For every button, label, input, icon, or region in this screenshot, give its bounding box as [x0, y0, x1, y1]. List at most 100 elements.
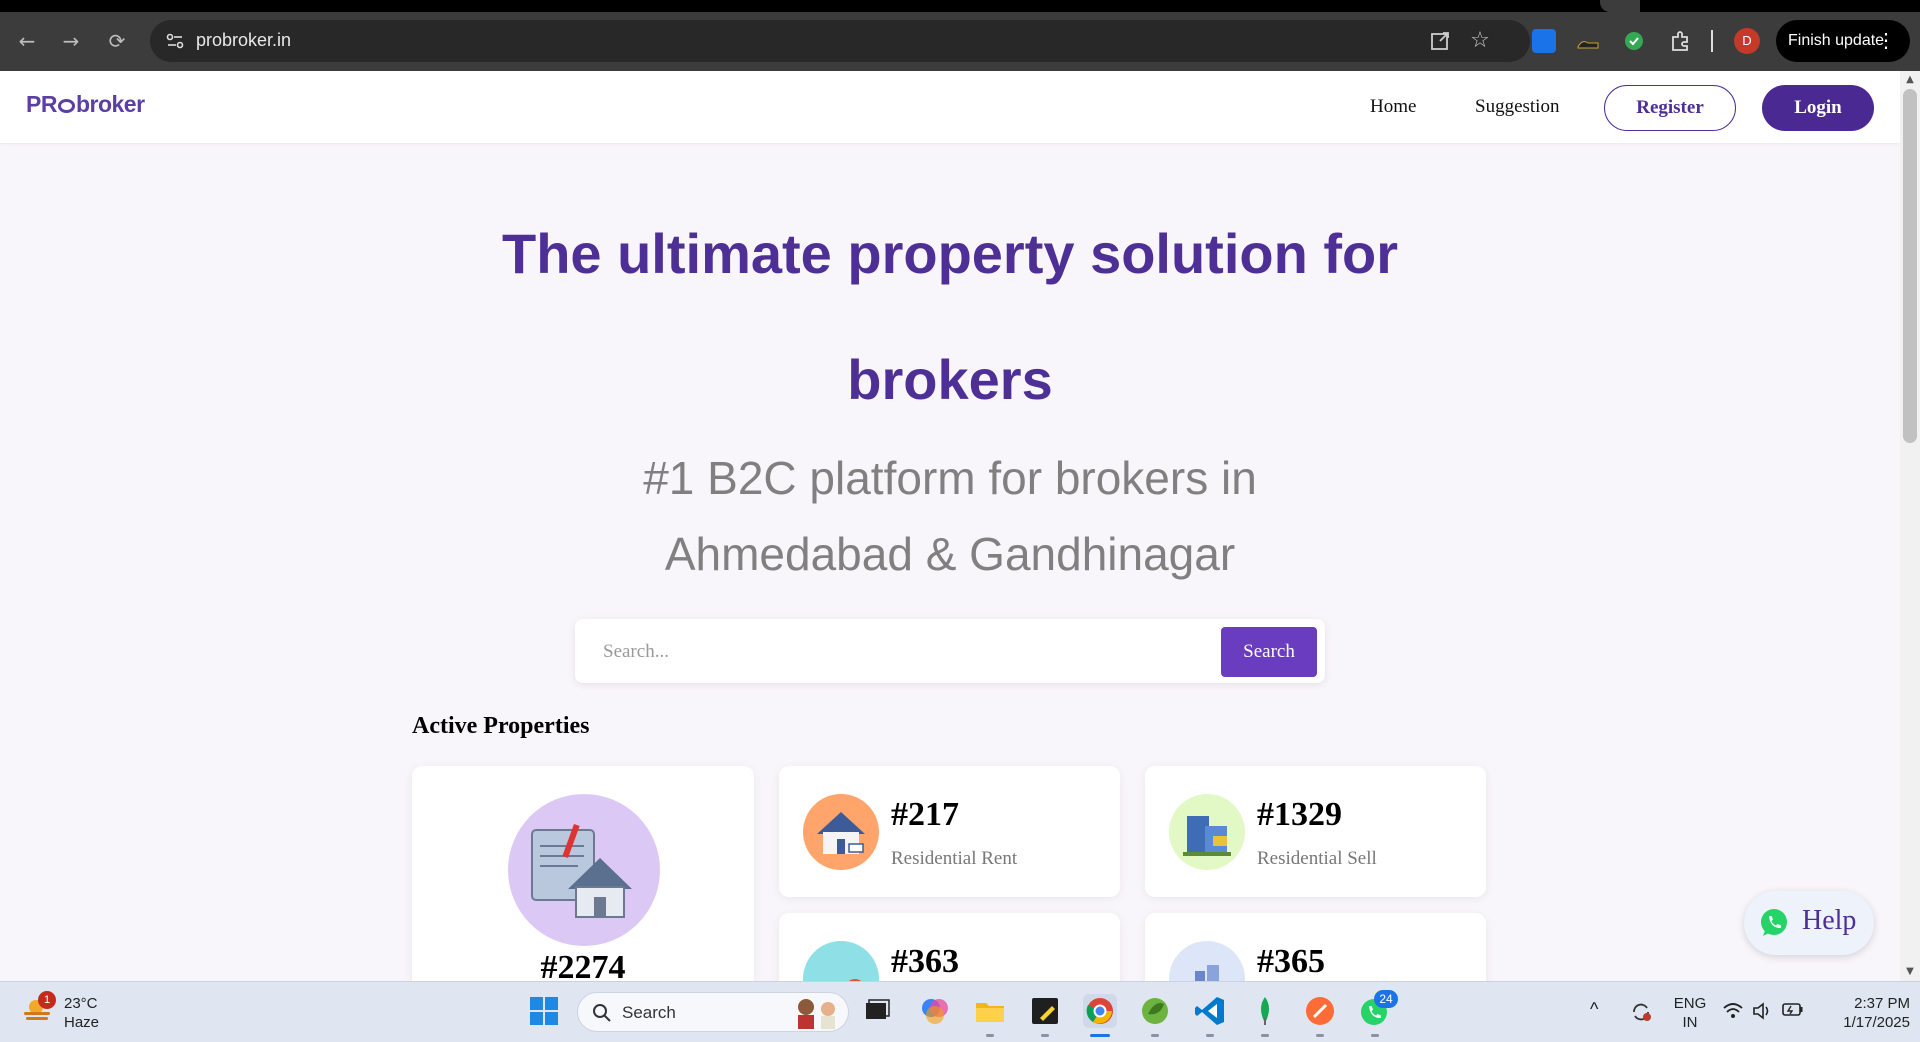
hero-subtitle-line1: #1 B2C platform for brokers in: [643, 452, 1257, 504]
help-label: Help: [1802, 905, 1857, 936]
whatsapp-icon: [1761, 909, 1787, 936]
show-hidden-icons-chevron-icon[interactable]: ^: [1590, 1000, 1598, 1019]
region-code: IN: [1682, 1014, 1698, 1031]
running-indicator: [1206, 1034, 1214, 1037]
property-card-commercial-rent[interactable]: #363: [779, 913, 1120, 981]
property-count: #217: [891, 796, 959, 833]
web-page: PR broker Home Suggestion Register Login …: [0, 71, 1900, 981]
logo-text-broker: broker: [75, 91, 145, 117]
office-sell-icon: [1169, 941, 1245, 981]
property-category-label: Residential Rent: [891, 848, 1018, 869]
nav-suggestion-link[interactable]: Suggestion: [1475, 96, 1559, 118]
search-highlight-illustration-icon: [798, 999, 835, 1029]
logo-ring-icon: [57, 99, 75, 113]
bookmark-star-icon[interactable]: ☆: [1468, 29, 1492, 53]
weather-text: 23°C Haze: [64, 994, 99, 1032]
sticky-notes-icon[interactable]: [1028, 994, 1062, 1028]
postman-icon[interactable]: [1303, 994, 1337, 1028]
back-icon[interactable]: ←: [14, 28, 40, 54]
scroll-down-arrow-icon[interactable]: ▼: [1904, 966, 1916, 977]
open-in-app-icon[interactable]: [1428, 29, 1452, 53]
volume-icon[interactable]: [1752, 1001, 1772, 1021]
battery-icon[interactable]: [1782, 1002, 1804, 1018]
property-count: #2274: [540, 949, 626, 981]
search-input[interactable]: [587, 627, 1227, 677]
property-card-commercial-sell[interactable]: #365: [1145, 913, 1486, 981]
address-bar[interactable]: probroker.in: [150, 20, 1530, 62]
extension-shoe-icon[interactable]: [1576, 29, 1600, 53]
file-explorer-icon[interactable]: [973, 994, 1007, 1028]
extensions-puzzle-icon[interactable]: [1668, 29, 1692, 53]
probroker-logo[interactable]: PR broker: [26, 91, 145, 118]
property-search-bar: Search: [575, 619, 1325, 683]
extension-green-icon[interactable]: [1622, 29, 1646, 53]
taskbar-search-box[interactable]: Search: [577, 992, 849, 1032]
copilot-icon[interactable]: [918, 994, 952, 1028]
extension-s-icon[interactable]: [1532, 29, 1556, 53]
property-count: #363: [891, 943, 959, 980]
scrollbar-thumb[interactable]: [1903, 89, 1917, 443]
building-sell-icon: [1169, 794, 1245, 870]
property-notepad-house-icon: [508, 794, 660, 946]
whatsapp-unread-badge: 24: [1374, 990, 1398, 1008]
active-properties-heading: Active Properties: [412, 713, 590, 739]
language-code: ENG: [1673, 995, 1707, 1012]
profile-avatar[interactable]: D: [1734, 28, 1760, 54]
reload-icon[interactable]: ⟳: [104, 28, 130, 54]
hero-subtitle-line2: Ahmedabad & Gandhinagar: [664, 528, 1236, 580]
search-button[interactable]: Search: [1221, 627, 1317, 677]
task-view-icon[interactable]: [860, 994, 894, 1028]
running-indicator: [1041, 1034, 1049, 1037]
browser-toolbar: ← → ⟳ probroker.in ☆ D Finish update ⋮: [0, 0, 1920, 71]
property-count: #1329: [1257, 796, 1342, 833]
property-count: #365: [1257, 943, 1325, 980]
weather-temperature: 23°C: [64, 995, 98, 1012]
url-text[interactable]: probroker.in: [196, 30, 291, 51]
scroll-up-arrow-icon[interactable]: ▲: [1904, 74, 1916, 85]
windows-start-icon[interactable]: [527, 994, 561, 1028]
forward-icon[interactable]: →: [58, 28, 84, 54]
help-chat-button[interactable]: Help: [1744, 891, 1874, 955]
logo-text-pr: PR: [26, 91, 57, 117]
register-button[interactable]: Register: [1604, 85, 1736, 131]
windows-taskbar: 1 23°C Haze Search 24 ^ ENG IN 2:37 PM 1…: [0, 981, 1920, 1042]
property-card-residential-sell[interactable]: #1329 Residential Sell: [1145, 766, 1486, 897]
weather-condition: Haze: [64, 1014, 100, 1031]
site-info-icon[interactable]: [164, 30, 186, 52]
property-card-residential-rent[interactable]: #217 Residential Rent: [779, 766, 1120, 897]
running-indicator: [1371, 1034, 1379, 1037]
taskbar-search-label: Search: [622, 1003, 676, 1022]
tab-strip: [0, 0, 1920, 12]
mongodb-compass-icon[interactable]: [1248, 994, 1282, 1028]
sync-update-icon[interactable]: [1629, 1000, 1653, 1024]
finish-update-label: Finish update: [1788, 32, 1885, 49]
property-category-label: Residential Sell: [1257, 848, 1377, 869]
finish-update-button[interactable]: Finish update ⋮: [1776, 20, 1910, 62]
hero-title-line1: The ultimate property solution for: [501, 222, 1399, 285]
running-indicator: [1151, 1034, 1159, 1037]
language-indicator[interactable]: ENG IN: [1672, 994, 1708, 1032]
wifi-icon[interactable]: [1722, 1001, 1744, 1021]
active-app-indicator: [1090, 1034, 1110, 1037]
running-indicator: [986, 1034, 994, 1037]
shop-rent-icon: [803, 941, 879, 981]
nav-home-link[interactable]: Home: [1370, 96, 1416, 118]
running-indicator: [1316, 1034, 1324, 1037]
hero-title-line2: brokers: [847, 348, 1053, 411]
clock-time: 2:37 PM: [1854, 995, 1910, 1012]
clock[interactable]: 2:37 PM 1/17/2025: [1820, 994, 1910, 1032]
chrome-taskbar-icon[interactable]: [1083, 994, 1117, 1028]
vscode-icon[interactable]: [1193, 994, 1227, 1028]
login-button[interactable]: Login: [1762, 85, 1874, 131]
page-scrollbar[interactable]: ▲ ▼: [1900, 71, 1920, 981]
search-icon: [593, 1004, 611, 1022]
toolbar-divider: [1711, 30, 1713, 52]
clock-date: 1/17/2025: [1843, 1014, 1910, 1031]
running-indicator: [1261, 1034, 1269, 1037]
weather-alert-badge: 1: [38, 991, 56, 1009]
menu-dots-icon: ⋮: [1876, 30, 1896, 52]
property-card-total[interactable]: #2274: [412, 766, 754, 981]
site-header: PR broker Home Suggestion Register Login: [0, 71, 1900, 143]
spring-tool-icon[interactable]: [1138, 994, 1172, 1028]
house-rent-icon: [803, 794, 879, 870]
